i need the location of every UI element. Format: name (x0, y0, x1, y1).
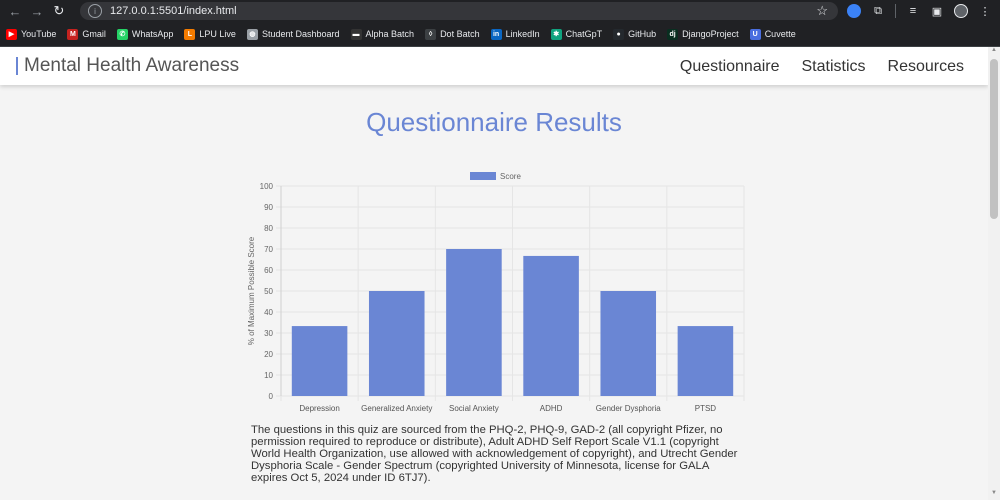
site-info-icon[interactable]: i (88, 4, 102, 18)
bar-adhd (523, 255, 579, 396)
bar-ptsd (677, 326, 734, 396)
bookmark-youtube[interactable]: ▶ YouTube (6, 28, 57, 40)
bookmark-chatgpt[interactable]: ✱ ChatGpT (550, 28, 603, 40)
y-tick-label: 70 (264, 245, 273, 254)
bookmark-label: DjangoProject (682, 29, 739, 39)
url-text: 127.0.0.1:5501/index.html (110, 5, 237, 17)
bookmark-label: YouTube (21, 29, 57, 39)
bookmark-github[interactable]: ● GitHub (613, 28, 657, 40)
site-header: Mental Health Awareness Questionnaire St… (0, 47, 988, 85)
y-tick-label: 20 (264, 350, 273, 359)
bookmark-gmail[interactable]: M Gmail (67, 28, 106, 40)
bookmark-cuvette[interactable]: U Cuvette (749, 28, 796, 40)
forward-icon[interactable]: → (26, 0, 48, 22)
bar-depression (291, 326, 348, 396)
bookmark-djangoproject[interactable]: dj DjangoProject (667, 28, 739, 40)
globe-icon: ◍ (246, 28, 258, 40)
x-tick-label: PTSD (695, 404, 717, 413)
bookmark-whatsapp[interactable]: ✆ WhatsApp (116, 28, 174, 40)
lpu-live-icon: L (184, 28, 196, 40)
django-icon: dj (667, 28, 679, 40)
bookmark-alpha-batch[interactable]: ▬ Alpha Batch (350, 28, 415, 40)
bookmark-label: Student Dashboard (261, 29, 340, 39)
whatsapp-icon: ✆ (116, 28, 128, 40)
nav-questionnaire[interactable]: Questionnaire (680, 58, 780, 76)
legend-swatch (470, 172, 496, 180)
y-tick-label: 60 (264, 266, 273, 275)
x-tick-label: Depression (299, 404, 339, 413)
back-icon[interactable]: ← (4, 0, 26, 22)
scroll-down-icon[interactable]: ▼ (988, 490, 1000, 500)
divider (895, 4, 896, 18)
bookmark-label: Gmail (82, 29, 106, 39)
y-tick-label: 90 (264, 203, 273, 212)
page-scrollbar[interactable]: ▲ ▼ (988, 47, 1000, 500)
results-chart: Score 0 10 20 30 40 50 60 70 80 90 100 Depression Gen… (240, 157, 760, 417)
page-title: Questionnaire Results (366, 107, 622, 137)
x-tick-label: Social Anxiety (449, 404, 499, 413)
bookmark-linkedin[interactable]: in LinkedIn (490, 28, 540, 40)
nav-statistics[interactable]: Statistics (802, 58, 866, 76)
extensions-area: ⧉ ≡ ▣ ⋮ (847, 2, 992, 20)
x-tick-label: Gender Dysphoria (596, 404, 661, 413)
linkedin-icon: in (490, 28, 502, 40)
y-tick-label: 10 (264, 371, 273, 380)
source-disclaimer: The questions in this quiz are sourced f… (251, 424, 738, 484)
scrollbar-thumb[interactable] (990, 59, 998, 219)
nav-resources[interactable]: Resources (888, 58, 964, 76)
youtube-icon: ▶ (6, 28, 17, 40)
profile-avatar[interactable] (954, 4, 968, 18)
side-panel-icon[interactable]: ▣ (930, 4, 944, 18)
y-tick-label: 40 (264, 308, 273, 317)
site-nav: Questionnaire Statistics Resources (680, 58, 964, 76)
bookmark-label: Cuvette (764, 29, 796, 39)
reload-icon[interactable]: ↻ (48, 0, 70, 22)
puzzle-icon[interactable]: ⧉ (871, 4, 885, 18)
brand-title: Mental Health Awareness (24, 55, 240, 76)
bookmark-dot-batch[interactable]: ◊ Dot Batch (425, 28, 480, 40)
brand[interactable]: Mental Health Awareness (16, 55, 239, 77)
bar-chart-svg: Score 0 10 20 30 40 50 60 70 80 90 100 Depression Gen… (247, 172, 745, 413)
y-tick-label: 80 (264, 224, 273, 233)
bookmark-star-icon[interactable]: ☆ (816, 3, 828, 19)
bookmark-label: WhatsApp (131, 29, 174, 39)
y-tick-label: 50 (264, 287, 273, 296)
bookmark-label: ChatGpT (565, 29, 603, 39)
scroll-up-icon[interactable]: ▲ (988, 47, 1000, 57)
brand-accent-bar (16, 57, 18, 75)
extension-icon[interactable] (847, 4, 861, 18)
x-tick-label: Generalized Anxiety (361, 404, 432, 413)
y-tick-label: 30 (264, 329, 273, 338)
browser-toolbar: ← → ↻ i 127.0.0.1:5501/index.html ☆ ⧉ ≡ … (0, 0, 1000, 22)
bookmark-label: Dot Batch (440, 29, 480, 39)
bookmarks-bar: ▶ YouTube M Gmail ✆ WhatsApp L LPU Live ◍ Student… (0, 22, 1000, 47)
bar-social-anxiety (446, 249, 502, 396)
bookmark-label: Alpha Batch (365, 29, 415, 39)
alpha-batch-icon: ▬ (350, 28, 362, 40)
dot-batch-icon: ◊ (425, 28, 437, 40)
address-bar[interactable]: i 127.0.0.1:5501/index.html ☆ (80, 2, 838, 20)
bookmark-label: LinkedIn (505, 29, 540, 39)
cuvette-icon: U (749, 28, 761, 40)
x-tick-label: ADHD (540, 404, 563, 413)
gmail-icon: M (67, 28, 79, 40)
bookmark-student-dashboard[interactable]: ◍ Student Dashboard (246, 28, 340, 40)
y-axis-label: % of Maximum Possible Score (247, 236, 256, 345)
media-icon[interactable]: ≡ (906, 4, 920, 18)
legend-label: Score (500, 172, 521, 181)
y-tick-label: 0 (269, 392, 274, 401)
y-tick-label: 100 (260, 182, 274, 191)
bookmark-lpu-live[interactable]: L LPU Live (184, 28, 236, 40)
menu-icon[interactable]: ⋮ (978, 4, 992, 18)
github-icon: ● (613, 28, 625, 40)
bookmark-label: LPU Live (199, 29, 236, 39)
bookmark-label: GitHub (628, 29, 657, 39)
bar-generalized-anxiety (368, 291, 425, 396)
page: Mental Health Awareness Questionnaire St… (0, 47, 988, 500)
bar-gender-dysphoria (600, 291, 657, 396)
chatgpt-icon: ✱ (550, 28, 562, 40)
